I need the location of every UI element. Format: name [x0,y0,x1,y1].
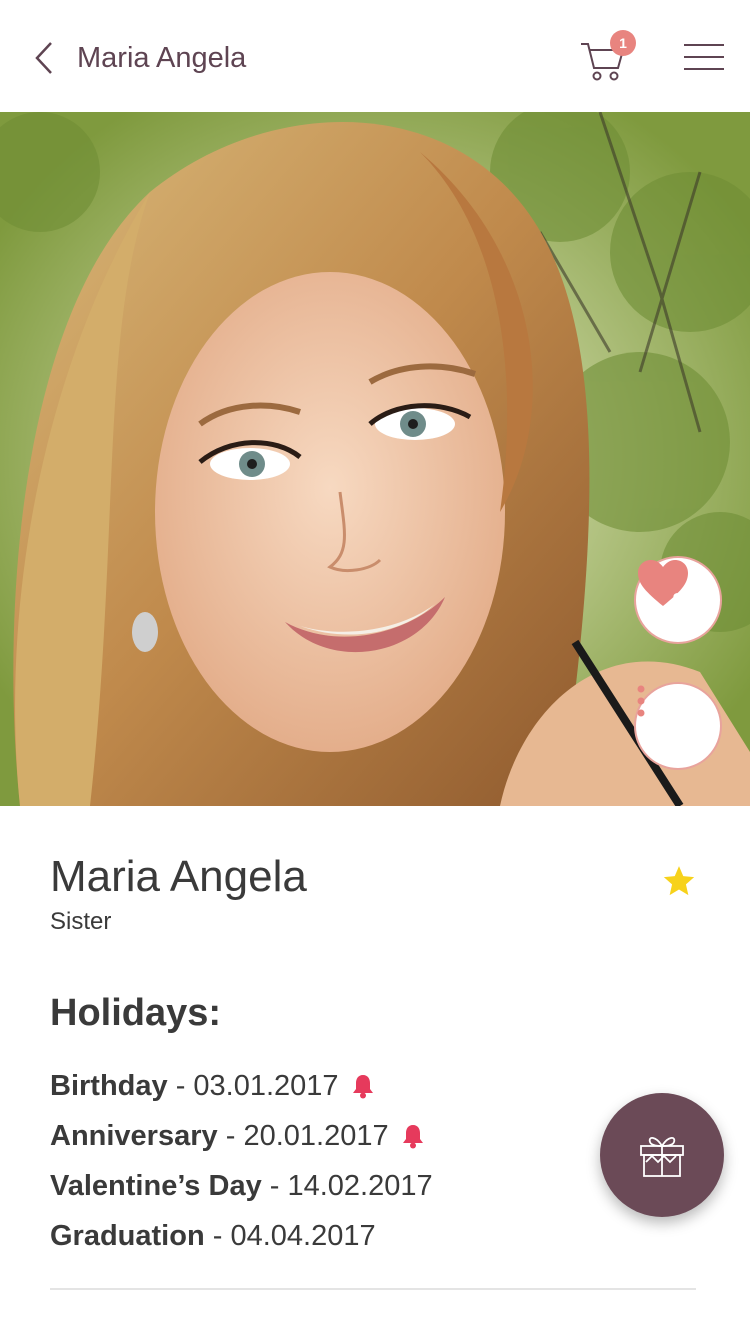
holiday-row[interactable]: Birthday - 03.01.2017 [50,1066,375,1106]
holiday-separator: - [167,1070,194,1102]
holiday-separator: - [261,1170,288,1202]
holiday-date: 03.01.2017 [193,1070,339,1102]
likes-button[interactable]: 3 [634,556,722,644]
holiday-separator: - [217,1120,244,1152]
holiday-row[interactable]: Anniversary - 20.01.2017 [50,1116,425,1156]
holiday-row[interactable]: Graduation - 04.04.2017 [50,1216,376,1256]
holiday-name: Valentine’s Day [50,1170,262,1202]
holiday-name: Graduation [50,1220,205,1252]
cart-count-badge: 1 [610,30,636,56]
gift-icon [640,1137,684,1177]
star-icon [663,866,695,896]
more-options-button[interactable] [634,682,722,770]
menu-button[interactable] [680,40,726,74]
cart-button[interactable]: 1 [576,30,640,82]
more-vertical-icon [637,685,645,717]
divider [50,1288,696,1290]
holiday-name: Birthday [50,1070,168,1102]
header-title: Maria Angela [77,42,247,74]
app-header: Maria Angela 1 [0,0,750,112]
bell-icon[interactable] [351,1073,375,1099]
gift-button[interactable] [600,1093,724,1217]
holiday-date: 04.04.2017 [230,1220,376,1252]
menu-icon [684,44,724,46]
profile-relation: Sister [50,908,112,935]
back-button[interactable] [24,36,64,80]
back-icon [35,42,52,74]
favorite-button[interactable] [662,864,696,903]
likes-count: 3 [672,590,684,612]
menu-icon-bar [684,68,724,70]
holiday-row[interactable]: Valentine’s Day - 14.02.2017 [50,1166,433,1206]
menu-icon-bar [684,56,724,58]
bell-icon[interactable] [401,1123,425,1149]
holiday-name: Anniversary [50,1120,218,1152]
holiday-separator: - [204,1220,231,1252]
holiday-date: 20.01.2017 [243,1120,389,1152]
holiday-date: 14.02.2017 [287,1170,433,1202]
profile-name: Maria Angela [50,852,307,901]
profile-photo: 3 [0,112,750,806]
holidays-heading: Holidays: [50,992,222,1034]
